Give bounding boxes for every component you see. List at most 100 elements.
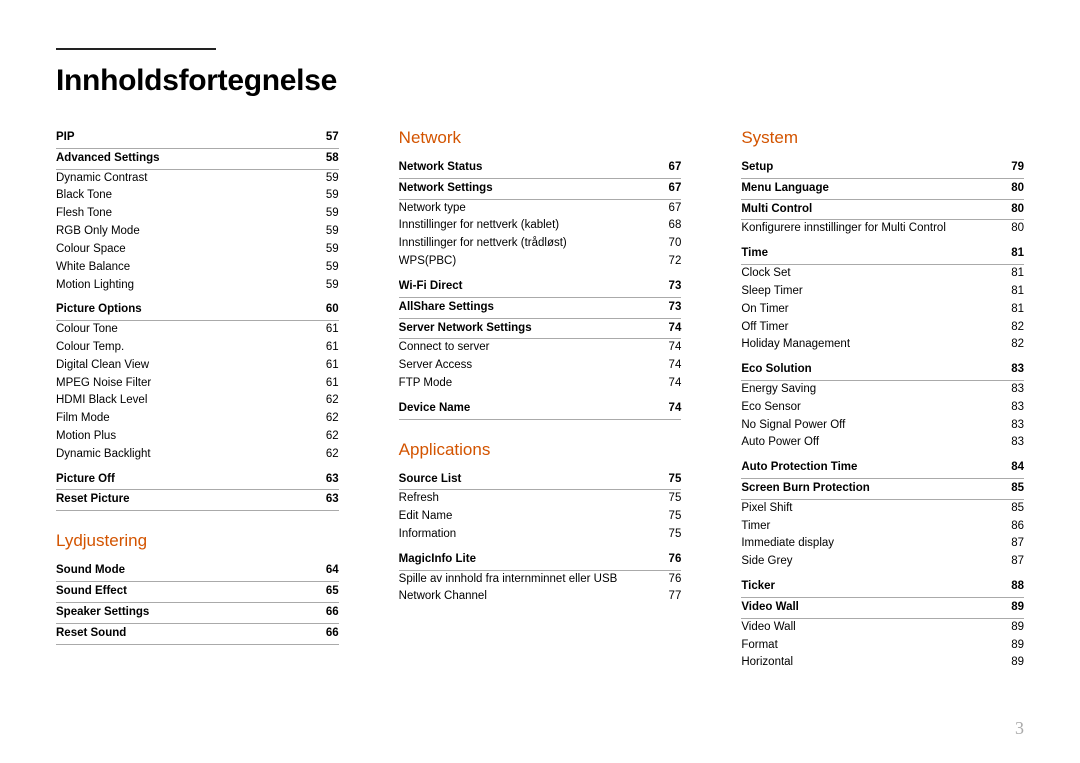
- toc-entry[interactable]: Colour Space59: [56, 241, 339, 259]
- toc-entry-label: Video Wall: [741, 599, 994, 617]
- toc-entry[interactable]: Network type67: [399, 200, 682, 218]
- toc-entry-page: 75: [651, 526, 681, 544]
- toc-entry-page: 80: [994, 180, 1024, 198]
- toc-entry[interactable]: AllShare Settings73: [399, 298, 682, 319]
- toc-entry[interactable]: RGB Only Mode59: [56, 223, 339, 241]
- toc-entry[interactable]: Refresh75: [399, 490, 682, 508]
- toc-entry[interactable]: Screen Burn Protection85: [741, 479, 1024, 500]
- toc-entry-label: AllShare Settings: [399, 299, 652, 317]
- toc-entry[interactable]: PIP57: [56, 128, 339, 149]
- toc-entry[interactable]: Format89: [741, 637, 1024, 655]
- toc-entry[interactable]: On Timer81: [741, 301, 1024, 319]
- toc-entry-label: Innstillinger for nettverk (kablet): [399, 217, 652, 235]
- toc-entry-page: 86: [994, 518, 1024, 536]
- toc-entry-page: 74: [651, 400, 681, 418]
- toc-entry[interactable]: Multi Control80: [741, 200, 1024, 221]
- toc-entry[interactable]: Eco Sensor83: [741, 399, 1024, 417]
- toc-entry[interactable]: Server Network Settings74: [399, 319, 682, 340]
- toc-entry[interactable]: Konfigurere innstillinger for Multi Cont…: [741, 220, 1024, 238]
- toc-entry[interactable]: Source List75: [399, 470, 682, 491]
- toc-entry[interactable]: Innstillinger for nettverk (trådløst)70: [399, 235, 682, 253]
- toc-entry[interactable]: Auto Protection Time84: [741, 458, 1024, 479]
- toc-entry-page: 89: [994, 599, 1024, 617]
- toc-entry[interactable]: HDMI Black Level62: [56, 392, 339, 410]
- toc-entry-label: Advanced Settings: [56, 150, 309, 168]
- toc-entry-page: 83: [994, 399, 1024, 417]
- toc-entry[interactable]: Digital Clean View61: [56, 357, 339, 375]
- toc-entry-label: Connect to server: [399, 339, 652, 357]
- toc-entry[interactable]: Connect to server74: [399, 339, 682, 357]
- toc-entry[interactable]: Information75: [399, 526, 682, 544]
- toc-entry[interactable]: Holiday Management82: [741, 336, 1024, 354]
- toc-entry[interactable]: Pixel Shift85: [741, 500, 1024, 518]
- toc-entry[interactable]: Off Timer82: [741, 319, 1024, 337]
- toc-entry[interactable]: FTP Mode74: [399, 375, 682, 393]
- section-heading: Lydjustering: [56, 531, 339, 551]
- toc-entry-page: 61: [309, 357, 339, 375]
- toc-entry[interactable]: Video Wall89: [741, 598, 1024, 619]
- toc-entry-page: 87: [994, 535, 1024, 553]
- toc-entry[interactable]: Edit Name75: [399, 508, 682, 526]
- toc-entry[interactable]: Picture Options60: [56, 300, 339, 321]
- toc-entry[interactable]: Horizontal89: [741, 654, 1024, 672]
- toc-entry[interactable]: Video Wall89: [741, 619, 1024, 637]
- toc-entry[interactable]: No Signal Power Off83: [741, 417, 1024, 435]
- toc-entry[interactable]: Timer86: [741, 518, 1024, 536]
- toc-entry[interactable]: Network Settings67: [399, 179, 682, 200]
- toc-entry[interactable]: Advanced Settings58: [56, 149, 339, 170]
- toc-entry[interactable]: Colour Tone61: [56, 321, 339, 339]
- toc-entry[interactable]: Time81: [741, 244, 1024, 265]
- toc-entry[interactable]: Dynamic Contrast59: [56, 170, 339, 188]
- toc-entry[interactable]: Setup79: [741, 158, 1024, 179]
- toc-entry[interactable]: Motion Lighting59: [56, 277, 339, 295]
- toc-entry-page: 77: [651, 588, 681, 606]
- toc-entry[interactable]: Immediate display87: [741, 535, 1024, 553]
- toc-entry[interactable]: Server Access74: [399, 357, 682, 375]
- toc-entry[interactable]: MPEG Noise Filter61: [56, 375, 339, 393]
- toc-entry[interactable]: Auto Power Off83: [741, 434, 1024, 452]
- toc-entry-label: Setup: [741, 159, 994, 177]
- toc-entry-page: 73: [651, 278, 681, 296]
- toc-entry[interactable]: WPS(PBC)72: [399, 253, 682, 271]
- toc-entry[interactable]: Device Name74: [399, 399, 682, 420]
- toc-entry[interactable]: MagicInfo Lite76: [399, 550, 682, 571]
- toc-entry-page: 89: [994, 619, 1024, 637]
- toc-entry-page: 81: [994, 301, 1024, 319]
- toc-entry[interactable]: Sleep Timer81: [741, 283, 1024, 301]
- toc-entry-label: HDMI Black Level: [56, 392, 309, 410]
- toc-entry-label: Innstillinger for nettverk (trådløst): [399, 235, 652, 253]
- toc-entry[interactable]: Colour Temp.61: [56, 339, 339, 357]
- toc-entry-page: 59: [309, 223, 339, 241]
- toc-entry-label: Refresh: [399, 490, 652, 508]
- toc-entry[interactable]: Dynamic Backlight62: [56, 446, 339, 464]
- toc-entry[interactable]: Side Grey87: [741, 553, 1024, 571]
- toc-entry-label: Server Network Settings: [399, 320, 652, 338]
- toc-entry[interactable]: Ticker88: [741, 577, 1024, 598]
- toc-entry[interactable]: Black Tone59: [56, 187, 339, 205]
- toc-entry-label: Dynamic Contrast: [56, 170, 309, 188]
- toc-entry[interactable]: White Balance59: [56, 259, 339, 277]
- toc-entry-page: 63: [309, 471, 339, 489]
- toc-entry[interactable]: Flesh Tone59: [56, 205, 339, 223]
- toc-entry[interactable]: Picture Off63: [56, 470, 339, 491]
- toc-entry[interactable]: Innstillinger for nettverk (kablet)68: [399, 217, 682, 235]
- toc-entry[interactable]: Film Mode62: [56, 410, 339, 428]
- toc-entry[interactable]: Spille av innhold fra internminnet eller…: [399, 571, 682, 589]
- toc-entry[interactable]: Eco Solution83: [741, 360, 1024, 381]
- toc-entry-page: 88: [994, 578, 1024, 596]
- toc-entry[interactable]: Reset Sound66: [56, 624, 339, 645]
- toc-entry[interactable]: Network Status67: [399, 158, 682, 179]
- toc-entry[interactable]: Sound Mode64: [56, 561, 339, 582]
- page-title: Innholdsfortegnelse: [56, 64, 1024, 98]
- toc-entry[interactable]: Energy Saving83: [741, 381, 1024, 399]
- toc-entry-page: 73: [651, 299, 681, 317]
- toc-entry[interactable]: Sound Effect65: [56, 582, 339, 603]
- toc-entry[interactable]: Network Channel77: [399, 588, 682, 606]
- toc-entry[interactable]: Wi-Fi Direct73: [399, 277, 682, 298]
- toc-entry[interactable]: Clock Set81: [741, 265, 1024, 283]
- toc-entry[interactable]: Menu Language80: [741, 179, 1024, 200]
- toc-entry[interactable]: Reset Picture63: [56, 490, 339, 511]
- toc-entry[interactable]: Speaker Settings66: [56, 603, 339, 624]
- toc-entry[interactable]: Motion Plus62: [56, 428, 339, 446]
- toc-entry-page: 61: [309, 375, 339, 393]
